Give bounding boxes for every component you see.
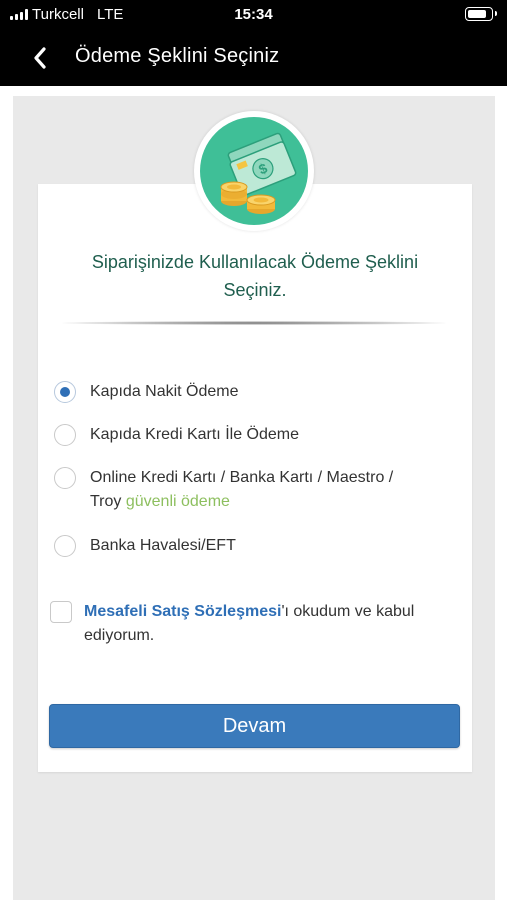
page-title: Ödeme Şeklini Seçiniz (75, 45, 280, 67)
radio-button[interactable] (54, 467, 76, 489)
heading-divider (62, 321, 446, 325)
radio-button[interactable] (54, 424, 76, 446)
clock: 15:34 (234, 6, 273, 23)
radio-button-selected[interactable] (54, 381, 76, 403)
payment-option-label-line-2: Troy (90, 493, 126, 510)
payment-option-label: Kapıda Nakit Ödeme (90, 383, 239, 400)
agreement-row: Mesafeli Satış Sözleşmesi'ı okudum ve ka… (50, 600, 450, 648)
back-button[interactable] (22, 40, 58, 76)
chevron-left-icon (34, 47, 46, 69)
agreement-checkbox[interactable] (50, 601, 72, 623)
battery-icon (465, 7, 497, 21)
status-bar: Turkcell LTE 15:34 (0, 0, 507, 30)
payment-option-label: Banka Havalesi/EFT (90, 537, 236, 554)
heading-line-1: Siparişinizde Kullanılacak Ödeme Şeklini (91, 252, 419, 272)
radio-button[interactable] (54, 535, 76, 557)
money-coins-icon: $ (200, 117, 308, 225)
continue-button[interactable]: Devam (49, 704, 460, 748)
payment-option-online-card[interactable]: Online Kredi Kartı / Banka Kartı / Maest… (54, 466, 454, 514)
payment-option-bank-transfer[interactable]: Banka Havalesi/EFT (54, 535, 454, 558)
payment-option-label-line-1: Online Kredi Kartı / Banka Kartı / Maest… (90, 469, 394, 486)
agreement-text: Mesafeli Satış Sözleşmesi'ı okudum ve ka… (84, 600, 450, 648)
hero-icon-frame: $ (194, 111, 314, 231)
distance-sales-contract-link[interactable]: Mesafeli Satış Sözleşmesi (84, 603, 281, 620)
payment-option-card-on-delivery[interactable]: Kapıda Kredi Kartı İle Ödeme (54, 424, 454, 447)
payment-option-label: Kapıda Kredi Kartı İle Ödeme (90, 426, 299, 443)
heading-line-2: Seçiniz. (223, 280, 287, 300)
section-heading: Siparişinizde Kullanılacak Ödeme Şeklini… (38, 248, 472, 304)
payment-option-cash-on-delivery[interactable]: Kapıda Nakit Ödeme (54, 381, 454, 404)
nav-bar: Ödeme Şeklini Seçiniz (0, 30, 507, 86)
payment-option-label: Online Kredi Kartı / Banka Kartı / Maest… (90, 466, 393, 514)
secure-payment-text: güvenli ödeme (125, 493, 230, 510)
